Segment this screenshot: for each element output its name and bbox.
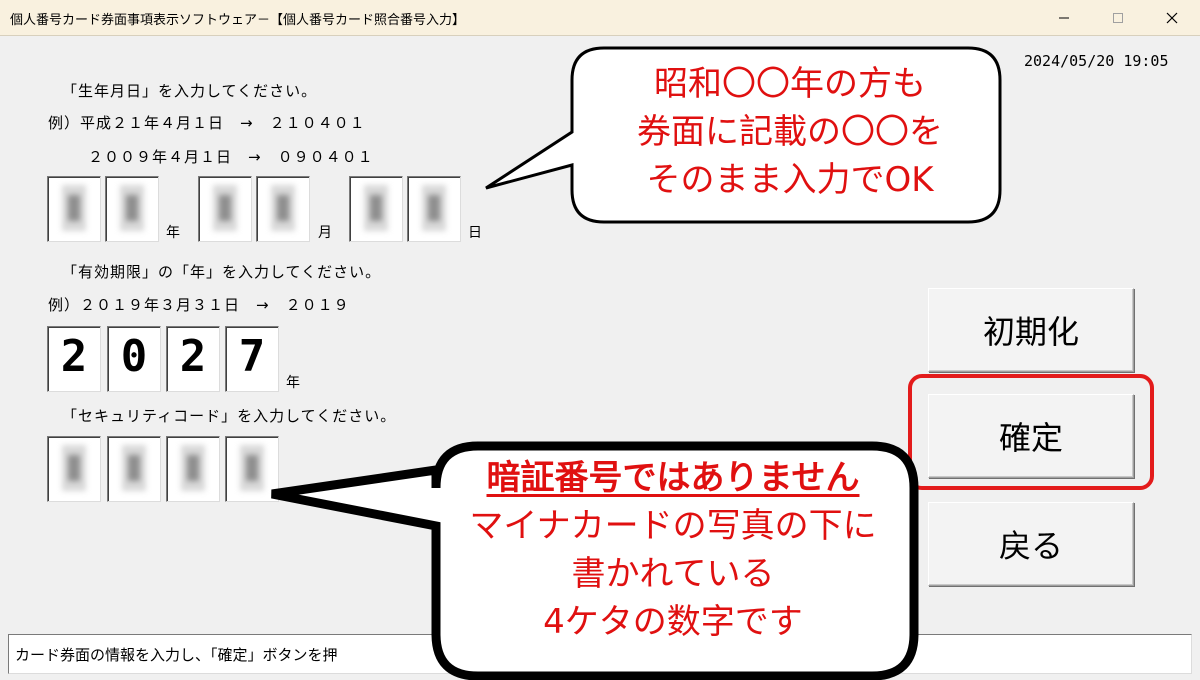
- callout-bottom-heading: 暗証番号ではありません: [486, 458, 860, 498]
- callout-bottom-line: マイナカードの写真の下に: [469, 506, 877, 546]
- callout-top-line: 昭和〇〇年の方も: [654, 64, 926, 104]
- callout-top-line: 券面に記載の〇〇を: [637, 112, 943, 152]
- callout-bottom: 暗証番号ではありません マイナカードの写真の下に 書かれている 4ケタの数字です: [428, 454, 918, 646]
- callout-top: 昭和〇〇年の方も 券面に記載の〇〇を そのまま入力でOK: [580, 60, 1000, 204]
- callout-top-line: そのまま入力でOK: [646, 160, 934, 200]
- callout-bottom-line: 書かれている: [571, 554, 775, 594]
- callout-bottom-line: 4ケタの数字です: [543, 602, 803, 642]
